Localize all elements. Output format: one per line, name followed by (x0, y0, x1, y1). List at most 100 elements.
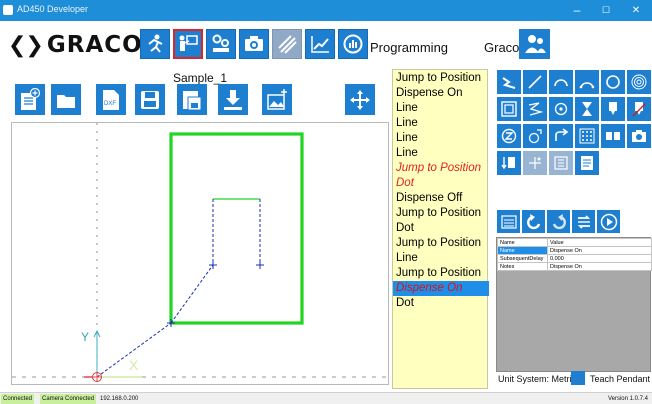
dispense-on-button[interactable] (601, 97, 625, 121)
save-program-button[interactable] (135, 84, 165, 115)
list-item[interactable]: Line (393, 131, 489, 146)
list-item[interactable]: Line (393, 116, 489, 131)
line-tool-button[interactable] (523, 70, 547, 94)
subroutine-tool-button[interactable] (601, 124, 625, 148)
add-image-icon (267, 88, 287, 110)
list-item[interactable]: Dot (393, 221, 489, 236)
height-sense-button[interactable] (549, 151, 573, 175)
jump-icon (502, 77, 516, 89)
y-axis-label: Y (81, 330, 89, 344)
property-table: Name Value Name Dispense On SubsequentDe… (497, 238, 652, 271)
redo-button[interactable] (547, 210, 570, 233)
property-name: SubsequentDelay (497, 254, 548, 263)
circle-tool-button[interactable] (601, 70, 625, 94)
undo-button[interactable] (522, 210, 545, 233)
chart-button[interactable] (305, 29, 335, 59)
rectangle-tool-button[interactable] (497, 97, 521, 121)
list-item[interactable]: Line (393, 146, 489, 161)
dashboard-button[interactable] (338, 29, 368, 59)
new-program-button[interactable] (15, 84, 45, 115)
pan-button[interactable] (345, 84, 375, 115)
io-down-icon (501, 157, 515, 170)
user-button[interactable] (519, 29, 550, 59)
property-value[interactable]: 0.000 (547, 254, 652, 263)
spiral-tool-button[interactable] (627, 70, 651, 94)
property-value[interactable]: Dispense On (547, 262, 652, 271)
list-item[interactable]: Jump to Position (393, 71, 489, 86)
list-item[interactable]: Jump to Position (393, 266, 489, 281)
vision-tool-button[interactable] (627, 124, 651, 148)
import-dxf-button[interactable]: DXF (96, 84, 126, 115)
dxf-file-icon: DXF (103, 89, 119, 110)
maximize-button[interactable]: ☐ (595, 0, 617, 21)
play-button[interactable] (597, 210, 620, 233)
robot-gear-icon (212, 34, 229, 52)
programming-mode-button[interactable] (173, 29, 203, 59)
list-view-button[interactable] (497, 210, 520, 233)
list-item[interactable]: Line (393, 251, 489, 266)
property-grid[interactable]: Name Value Name Dispense On SubsequentDe… (496, 237, 652, 372)
pattern-button[interactable] (272, 29, 302, 59)
polyline-tool-button[interactable] (523, 97, 547, 121)
status-bar: Connected Camera Connected 192.168.0.200… (0, 392, 652, 404)
program-list[interactable]: Jump to Position Dispense On Line Line L… (392, 69, 489, 389)
list-item[interactable]: Dot (393, 296, 489, 311)
list-item[interactable]: Line (393, 101, 489, 116)
x-axis-label: X (129, 357, 139, 373)
offset-tool-button[interactable] (523, 151, 547, 175)
list-item[interactable]: Dispense On (393, 86, 489, 101)
redo-icon (552, 213, 566, 229)
line-icon (528, 75, 542, 89)
height-sense-icon (554, 156, 568, 170)
camera-setup-button[interactable] (239, 29, 269, 59)
dot-tool-button[interactable] (549, 97, 573, 121)
list-item[interactable]: Dot (393, 176, 489, 191)
property-row[interactable]: SubsequentDelay 0.000 (497, 254, 652, 263)
property-row[interactable]: Name Dispense On (497, 246, 652, 255)
arc3-tool-button[interactable] (575, 70, 599, 94)
list-item[interactable]: Dispense Off (393, 191, 489, 206)
property-value[interactable]: Dispense On (547, 246, 652, 255)
teach-pendant-button[interactable] (571, 371, 585, 385)
save-as-button[interactable] (177, 84, 207, 115)
close-button[interactable]: ✕ (625, 0, 647, 21)
property-row[interactable]: Notes Dispense On (497, 262, 652, 271)
add-image-button[interactable] (262, 84, 292, 115)
open-program-button[interactable] (51, 84, 81, 115)
grid-tool-button[interactable] (575, 124, 599, 148)
comment-tool-button[interactable] (575, 151, 599, 175)
save-as-icon (183, 90, 202, 110)
jump-tool-button[interactable] (497, 70, 521, 94)
program-canvas[interactable]: Y X (11, 122, 390, 386)
connection-status: Connected (1, 394, 35, 404)
list-item[interactable]: Jump to Position (393, 161, 489, 176)
list-item[interactable]: Jump to Position (393, 236, 489, 251)
matrix-icon (579, 128, 595, 144)
list-item-selected[interactable]: Dispense On (393, 281, 489, 296)
svg-text:DXF: DXF (104, 101, 116, 107)
z-axis-icon (501, 128, 517, 144)
z-tool-button[interactable] (497, 124, 521, 148)
point-marker (209, 261, 217, 269)
run-mode-button[interactable] (140, 29, 170, 59)
play-icon (600, 213, 617, 230)
gauge-icon (343, 34, 363, 54)
goto-tool-button[interactable] (549, 124, 573, 148)
arc-tool-button[interactable] (549, 70, 573, 94)
download-button[interactable] (218, 84, 248, 115)
target-dot-icon (554, 102, 568, 116)
main-toolbar: ❮❯ GRACO Programming Graco (0, 21, 652, 69)
property-name: Notes (497, 262, 548, 271)
list-item[interactable]: Jump to Position (393, 206, 489, 221)
reorder-button[interactable] (572, 210, 595, 233)
dispense-off-button[interactable] (627, 97, 651, 121)
io-tool-button[interactable] (497, 151, 521, 175)
wait-tool-button[interactable] (575, 97, 599, 121)
rotate-tool-button[interactable] (523, 124, 547, 148)
minimize-button[interactable]: – (566, 0, 588, 21)
arc-points-icon (579, 82, 595, 89)
point-marker (167, 319, 175, 327)
robot-setup-button[interactable] (206, 29, 236, 59)
runner-icon (148, 34, 163, 53)
nested-rectangle-icon (501, 101, 517, 117)
